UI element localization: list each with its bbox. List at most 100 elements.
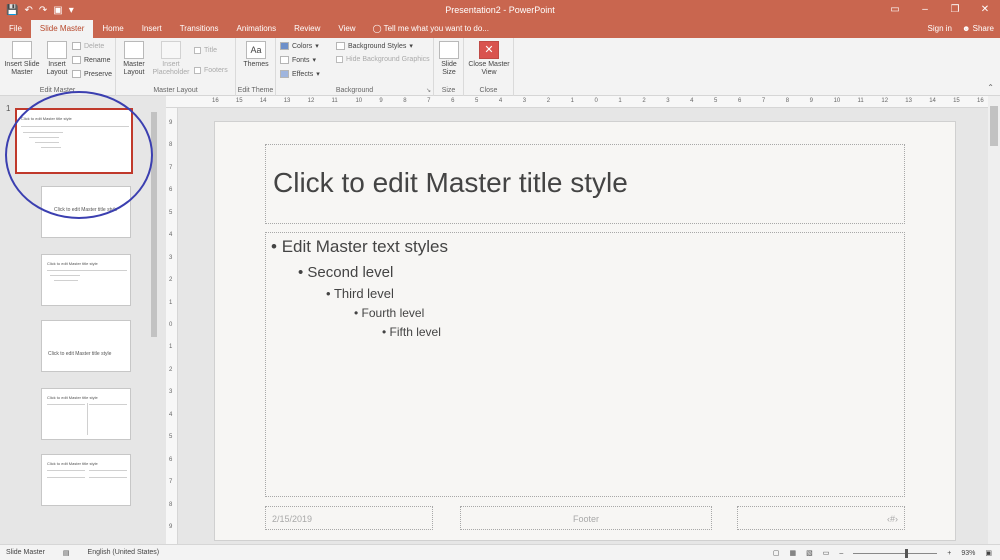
insert-layout-button[interactable]: Insert Layout	[42, 41, 72, 77]
group-label-master-layout: Master Layout	[153, 87, 198, 94]
colors-icon	[280, 42, 289, 50]
title-checkbox[interactable]: Title	[194, 47, 217, 54]
themes-button[interactable]: Aa Themes	[240, 41, 272, 69]
title-placeholder[interactable]: Click to edit Master title style	[265, 144, 905, 224]
ruler-tick: 7	[169, 479, 173, 486]
customize-icon[interactable]: ▾	[69, 5, 74, 16]
effects-icon	[280, 70, 289, 78]
save-icon[interactable]: 💾	[6, 5, 18, 16]
insert-slide-master-button[interactable]: Insert Slide Master	[2, 41, 42, 77]
rename-button[interactable]: Rename	[72, 56, 110, 64]
thumbnail-layout-two-content[interactable]: Click to edit Master title style	[41, 388, 131, 440]
ruler-tick: 2	[169, 277, 173, 284]
language[interactable]: English (United States)	[88, 549, 160, 556]
ruler-tick: 4	[169, 411, 173, 418]
tab-home[interactable]: Home	[93, 20, 132, 38]
minimize-button[interactable]: –	[910, 0, 940, 20]
ruler-tick: 6	[451, 98, 455, 104]
ruler-tick: 3	[666, 98, 670, 104]
spell-check-icon[interactable]: ▤	[63, 549, 70, 557]
background-styles-dropdown[interactable]: Background Styles ▾	[336, 42, 413, 50]
thumbnail-layout-title[interactable]: Click to edit Master title style	[41, 186, 131, 238]
tab-transitions[interactable]: Transitions	[171, 20, 228, 38]
zoom-level[interactable]: 93%	[961, 550, 975, 557]
fit-slide-icon[interactable]: ▣	[985, 549, 992, 557]
tell-me-search[interactable]: ◯ Tell me what you want to do...	[365, 20, 489, 38]
status-bar: Slide Master ▤ English (United States) ▢…	[0, 544, 1000, 560]
text-level-5-label: Fifth level	[389, 325, 441, 339]
checkbox-icon	[194, 67, 201, 74]
undo-icon[interactable]: ↶	[24, 5, 32, 16]
thumbnail-scrollbar[interactable]	[150, 96, 158, 544]
body-placeholder[interactable]: • Edit Master text styles • Second level…	[265, 232, 905, 497]
thumbnail-line	[29, 137, 59, 138]
ruler-tick: 6	[169, 456, 173, 463]
effects-dropdown[interactable]: Effects ▾	[280, 70, 320, 78]
tell-me-label: Tell me what you want to do...	[383, 24, 489, 33]
ruler-tick: 1	[570, 98, 574, 104]
tab-review[interactable]: Review	[285, 20, 329, 38]
master-layout-button[interactable]: Master Layout	[118, 41, 150, 77]
delete-button[interactable]: Delete	[72, 42, 104, 50]
canvas-scrollbar-thumb[interactable]	[990, 106, 998, 146]
close-master-view-button[interactable]: ✕ Close Master View	[466, 41, 512, 77]
close-button[interactable]: ✕	[970, 0, 1000, 20]
insert-placeholder-button[interactable]: Insert Placeholder	[150, 41, 192, 77]
ribbon-display-icon[interactable]: ▭	[880, 0, 910, 20]
thumbnail-layout-section[interactable]: Click to edit Master title style	[41, 320, 131, 372]
tab-insert[interactable]: Insert	[133, 20, 171, 38]
thumbnail-title: Click to edit Master title style	[47, 395, 98, 400]
preserve-button[interactable]: Preserve	[72, 70, 112, 78]
slideshow-icon[interactable]: ▭	[823, 549, 830, 557]
zoom-slider-knob[interactable]	[905, 548, 909, 558]
footer-placeholder[interactable]: Footer	[460, 506, 712, 530]
dialog-launcher-icon[interactable]: ↘	[426, 87, 431, 94]
ruler-tick: 5	[714, 98, 718, 104]
collapse-ribbon-icon[interactable]: ⌃	[987, 83, 994, 92]
themes-icon: Aa	[246, 41, 266, 59]
preserve-icon	[72, 70, 81, 78]
tab-file[interactable]: File	[0, 20, 31, 38]
insert-slide-master-label: Insert Slide Master	[4, 61, 40, 76]
zoom-in-icon[interactable]: +	[947, 550, 951, 557]
ruler-tick: 4	[498, 98, 503, 104]
slide-size-button[interactable]: Slide Size	[436, 41, 462, 77]
tab-view[interactable]: View	[329, 20, 364, 38]
hide-background-graphics-checkbox[interactable]: Hide Background Graphics	[336, 56, 430, 63]
thumbnail-layout-comparison[interactable]: Click to edit Master title style	[41, 454, 131, 506]
restore-button[interactable]: ❐	[940, 0, 970, 20]
thumbnail-slide-master[interactable]: Click to edit Master title style	[15, 108, 133, 174]
footers-checkbox-label: Footers	[204, 67, 228, 74]
colors-dropdown[interactable]: Colors ▾	[280, 42, 319, 50]
reading-view-icon[interactable]: ▧	[806, 549, 813, 557]
slide-number-placeholder[interactable]: ‹#›	[737, 506, 905, 530]
zoom-out-icon[interactable]: –	[839, 550, 843, 557]
ruler-tick: 4	[169, 232, 173, 239]
normal-view-icon[interactable]: ▢	[773, 549, 780, 557]
date-placeholder[interactable]: 2/15/2019	[265, 506, 433, 530]
rename-label: Rename	[84, 56, 111, 64]
share-button[interactable]: ☻ Share	[962, 20, 994, 38]
thumbnail-line	[23, 132, 63, 133]
thumbnail-layout-content[interactable]: Click to edit Master title style	[41, 254, 131, 306]
sign-in-link[interactable]: Sign in	[928, 20, 952, 38]
fonts-dropdown[interactable]: Fonts ▾	[280, 56, 316, 64]
tab-slide-master[interactable]: Slide Master	[30, 20, 94, 38]
thumbnail-scrollbar-thumb[interactable]	[151, 112, 157, 337]
ruler-tick: 9	[379, 98, 383, 104]
zoom-slider[interactable]	[853, 548, 938, 558]
delete-icon	[72, 42, 81, 50]
ruler-tick: 16	[977, 98, 984, 104]
footers-checkbox[interactable]: Footers	[194, 67, 228, 74]
canvas-scrollbar[interactable]	[988, 96, 1000, 544]
tab-animations[interactable]: Animations	[228, 20, 286, 38]
redo-icon[interactable]: ↷	[39, 5, 47, 16]
text-level-1: • Edit Master text styles	[271, 237, 448, 256]
slide-master-canvas[interactable]: Click to edit Master title style • Edit …	[214, 121, 956, 541]
thumbnail-title: Click to edit Master title style	[54, 207, 118, 213]
present-icon[interactable]: ▣	[53, 5, 62, 16]
insert-layout-icon	[47, 41, 67, 59]
slide-sorter-icon[interactable]: ▦	[789, 549, 796, 557]
text-level-5: • Fifth level	[382, 325, 441, 339]
thumbnail-line	[35, 142, 59, 143]
